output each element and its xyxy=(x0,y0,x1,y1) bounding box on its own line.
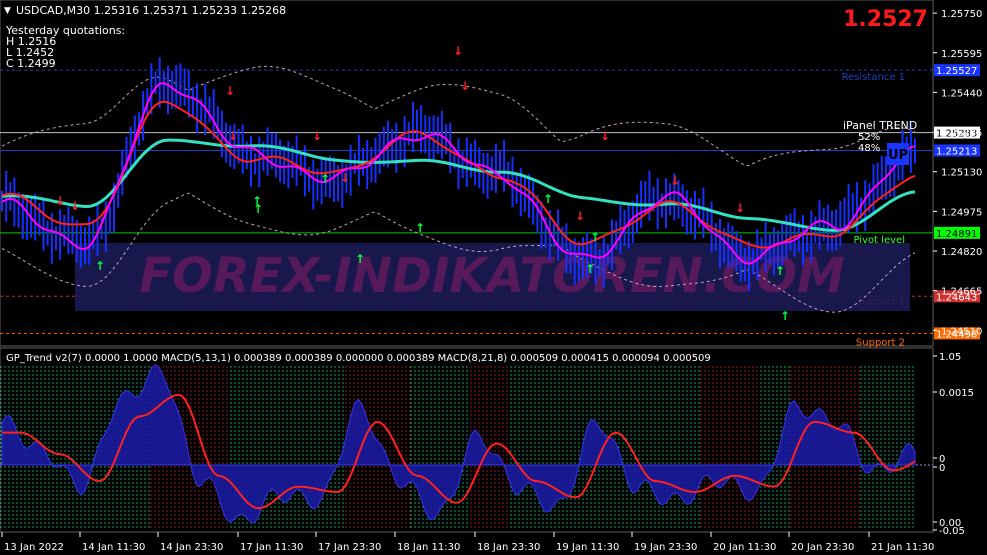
sell-arrow-icon: ↓ xyxy=(670,174,680,188)
indicator-tick-label: 1.05 xyxy=(939,352,961,363)
sell-arrow-icon: ↓ xyxy=(228,129,238,143)
indicator-tick-label: -0.05 xyxy=(939,526,965,537)
sell-arrow-icon: ↓ xyxy=(460,79,470,93)
watermark-text: FOREX-INDIKATOREN.COM xyxy=(139,248,845,304)
price-tick-label: 1.24975 xyxy=(941,207,982,218)
indicator-axis: 1.050.0015000.00-0.05 xyxy=(933,352,974,537)
buy-arrow-icon: ↑ xyxy=(355,252,365,266)
level-label: Support 2 xyxy=(856,337,905,348)
symbol-line: USDCAD,M30 1.25316 1.25371 1.25233 1.252… xyxy=(16,4,286,17)
buy-arrow-icon: ↑ xyxy=(543,192,553,206)
buy-arrow-icon: ↑ xyxy=(320,172,330,186)
buy-arrow-icon: ↑ xyxy=(415,221,425,235)
time-tick-label: 17 Jan 11:30 xyxy=(240,542,303,553)
chart-window: 1.25527 Resistance 1 1.25283 1.25213 1.24891… xyxy=(0,0,987,555)
buy-arrow-icon: ↑ xyxy=(775,264,785,278)
sell-arrow-icon: ↓ xyxy=(340,171,350,185)
big-price: 1.2527 xyxy=(843,7,928,32)
yesterday-close: C 1.2499 xyxy=(6,57,56,70)
time-tick-label: 19 Jan 11:30 xyxy=(556,542,619,553)
price-tick-label: 1.25440 xyxy=(941,88,982,99)
time-tick-label: 20 Jan 11:30 xyxy=(713,542,776,553)
indicator-tick-label: 0 xyxy=(939,463,945,474)
buy-arrow-icon: ↑ xyxy=(95,259,105,273)
sell-arrow-icon: ↓ xyxy=(600,129,610,143)
price-tick-label: 1.24510 xyxy=(941,326,982,337)
price-tick-label: 1.25750 xyxy=(941,9,982,20)
time-tick-label: 19 Jan 23:30 xyxy=(634,542,697,553)
time-tick-label: 18 Jan 11:30 xyxy=(397,542,460,553)
price-tick-label: 1.24820 xyxy=(941,247,982,258)
sell-arrow-icon: ↓ xyxy=(735,201,745,215)
buy-arrow-icon: ↑ xyxy=(585,262,595,276)
price-tick-label: 1.25285 xyxy=(941,128,982,139)
sell-arrow-icon: ↓ xyxy=(70,199,80,213)
buy-arrow-icon: ↑ xyxy=(780,309,790,323)
time-tick-label: 21 Jan 11:30 xyxy=(871,542,934,553)
chart-canvas: 1.25527Resistance 11.252831.252131.24891… xyxy=(0,0,982,553)
sell-arrow-icon: ↓ xyxy=(55,194,65,208)
ipanel-up-icon: UP xyxy=(888,148,908,163)
time-tick-label: 20 Jan 23:30 xyxy=(791,542,854,553)
buy-arrow-icon: ↑ xyxy=(590,230,600,244)
time-axis: 13 Jan 2022 14 Jan 11:30 14 Jan 23:30 17 Ja… xyxy=(1,532,934,553)
sell-arrow-icon: ↓ xyxy=(453,44,463,58)
indicator-header: GP_Trend v2(7) 0.0000 1.0000 MACD(5,13,1… xyxy=(6,353,711,364)
level-value: 1.25213 xyxy=(936,146,977,157)
ipanel-pct-down: 48% xyxy=(858,143,880,154)
sell-arrow-icon: ↓ xyxy=(225,84,235,98)
price-tick-label: 1.25130 xyxy=(941,168,982,179)
price-tick-label: 1.24665 xyxy=(941,287,982,298)
collapse-icon[interactable]: ▼ xyxy=(4,6,11,16)
time-tick-label: 13 Jan 2022 xyxy=(4,542,64,553)
indicator-tick-label: 0.0015 xyxy=(939,388,974,399)
level-value: 1.24891 xyxy=(936,229,977,240)
time-tick-label: 18 Jan 23:30 xyxy=(477,542,540,553)
level-value: 1.25527 xyxy=(936,66,977,77)
price-tick-label: 1.25595 xyxy=(941,49,982,60)
sell-arrow-icon: ↓ xyxy=(312,129,322,143)
time-tick-label: 14 Jan 11:30 xyxy=(82,542,145,553)
time-tick-label: 17 Jan 23:30 xyxy=(318,542,381,553)
buy-arrow-icon: ↑ xyxy=(253,202,263,216)
level-label: Resistance 1 xyxy=(842,72,905,83)
sell-arrow-icon: ↓ xyxy=(575,209,585,223)
ipanel-pct-up: 52% xyxy=(858,132,880,143)
time-tick-label: 14 Jan 23:30 xyxy=(160,542,223,553)
price-axis: 1.25750 1.25595 1.25440 1.25285 1.25130 1.249… xyxy=(933,9,982,337)
ipanel-title: iPanel TREND xyxy=(843,119,917,132)
